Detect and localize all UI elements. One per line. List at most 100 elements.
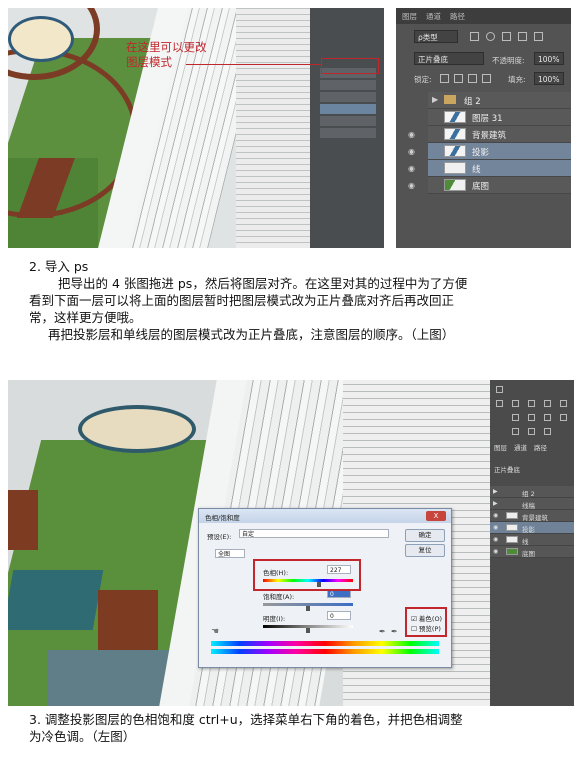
eye-icon[interactable]: ◉ <box>493 536 498 543</box>
tool-icon[interactable] <box>528 428 535 435</box>
adjustment-filter-icon[interactable] <box>486 32 495 41</box>
layer-row-line[interactable]: ◉ 线 <box>408 160 571 177</box>
layer-name: 组 2 <box>464 97 481 107</box>
tab-channels[interactable]: 通道 <box>426 11 441 22</box>
fill-input[interactable]: 100% <box>534 72 564 85</box>
expand-arrow-icon[interactable]: ▶ <box>493 488 498 495</box>
lock-all-icon[interactable] <box>482 74 491 83</box>
lightness-label: 明度(I): <box>263 615 286 623</box>
circular-plaza <box>78 405 196 453</box>
paragraph-line: 为冷色调。（左图） <box>29 729 136 744</box>
tool-icon[interactable] <box>544 400 551 407</box>
layer-row[interactable]: ◉ 投影 <box>490 522 574 534</box>
mini-layer-row <box>320 92 376 102</box>
opacity-input[interactable]: 100% <box>534 52 564 65</box>
layer-row[interactable]: ▶ 组 2 <box>490 486 574 498</box>
layer-row-shadow[interactable]: ◉ 投影 <box>408 143 571 160</box>
tool-icon[interactable] <box>496 400 503 407</box>
tool-icon[interactable] <box>528 400 535 407</box>
hue-saturation-dialog: 色相/饱和度 X 预设(E): 自定 确定 复位 全图 色相(H): 227 饱… <box>198 508 452 668</box>
tool-icon[interactable] <box>560 414 567 421</box>
saturation-label: 饱和度(A): <box>263 593 295 601</box>
layer-name: 投影 <box>472 148 490 158</box>
tool-icon[interactable] <box>512 414 519 421</box>
water-feature <box>8 570 104 630</box>
layer-name: 线 <box>522 538 529 546</box>
smart-object-filter-icon[interactable] <box>534 32 543 41</box>
paragraph-line: 再把投影层和单线层的图层模式改为正片叠底，注意图层的顺序。（上图） <box>48 327 455 342</box>
blend-mode-select[interactable]: 正片叠底 <box>494 464 520 474</box>
layer-name: 投影 <box>522 526 535 534</box>
panel-tabs: 图层 通道 路径 <box>396 8 571 24</box>
eye-icon[interactable]: ◉ <box>408 147 415 156</box>
layer-row[interactable]: ◉ 背景建筑 <box>490 510 574 522</box>
layer-row-background-building[interactable]: ◉ 背景建筑 <box>408 126 571 143</box>
layer-row-base[interactable]: ◉ 底图 <box>408 177 571 194</box>
layer-thumbnail <box>506 536 518 543</box>
mini-layer-row <box>320 104 376 114</box>
eye-icon[interactable]: ◉ <box>493 548 498 555</box>
filter-kind-select[interactable]: ρ类型 <box>414 30 458 43</box>
layer-thumbnail <box>506 548 518 555</box>
lock-pixels-icon[interactable] <box>440 74 449 83</box>
eye-icon[interactable]: ◉ <box>493 524 498 531</box>
eye-icon[interactable]: ◉ <box>408 130 415 139</box>
layer-thumbnail <box>444 145 466 157</box>
hand-tool-icon[interactable]: ☚ <box>211 627 219 637</box>
close-button[interactable]: X <box>426 511 446 521</box>
lightness-slider-thumb[interactable] <box>306 628 310 633</box>
top-render-image: 在这里可以更改 图层模式 <box>8 8 384 248</box>
layer-name: 背景建筑 <box>472 131 507 141</box>
layer-thumbnail <box>444 111 466 123</box>
expand-arrow-icon[interactable]: ▶ <box>493 500 498 507</box>
layer-row[interactable]: ◉ 底图 <box>490 546 574 558</box>
layer-row[interactable]: ▶ 线稿 <box>490 498 574 510</box>
section-heading: 2. 导入 ps <box>29 259 89 274</box>
annotation-line <box>186 64 321 65</box>
tool-icon[interactable] <box>544 414 551 421</box>
layer-name: 组 2 <box>522 490 535 498</box>
eyedropper-icon[interactable]: ✒ <box>379 627 386 636</box>
layer-row[interactable]: ◉ 线 <box>490 534 574 546</box>
saturation-slider-thumb[interactable] <box>306 606 310 611</box>
blend-mode-select[interactable]: 正片叠底 <box>414 52 484 65</box>
layer-name: 底图 <box>472 182 490 192</box>
tool-icon[interactable] <box>544 428 551 435</box>
spectrum-bar-bottom <box>211 649 439 654</box>
mini-layer-row <box>320 128 376 138</box>
layer-row-group2[interactable]: ▶ 组 2 <box>428 92 571 109</box>
tab-channels[interactable]: 通道 <box>514 442 527 452</box>
ok-button[interactable]: 确定 <box>405 529 445 542</box>
expand-arrow-icon[interactable]: ▶ <box>432 95 438 104</box>
paragraph-line: 把导出的 4 张图拖进 ps，然后将图层对齐。在这里对其的过程中为了方便 <box>58 276 468 291</box>
lock-brush-icon[interactable] <box>454 74 463 83</box>
type-filter-icon[interactable] <box>502 32 511 41</box>
folder-icon <box>444 95 456 104</box>
pixel-filter-icon[interactable] <box>470 32 479 41</box>
tool-icon[interactable] <box>496 386 503 393</box>
tab-paths[interactable]: 路径 <box>534 442 547 452</box>
tool-icon[interactable] <box>512 400 519 407</box>
mini-layer-row <box>320 116 376 126</box>
reset-button[interactable]: 复位 <box>405 544 445 557</box>
annotation-box <box>321 58 379 74</box>
tab-paths[interactable]: 路径 <box>450 11 465 22</box>
eye-icon[interactable]: ◉ <box>493 512 498 519</box>
tab-layers[interactable]: 图层 <box>402 11 417 22</box>
layer-row-layer31[interactable]: 图层 31 <box>428 109 571 126</box>
eyedropper-plus-icon[interactable]: ✒ <box>391 627 398 636</box>
tool-icon[interactable] <box>528 414 535 421</box>
eye-icon[interactable]: ◉ <box>408 181 415 190</box>
tab-layers[interactable]: 图层 <box>494 442 507 452</box>
tool-icon[interactable] <box>512 428 519 435</box>
lock-label: 锁定: <box>414 75 432 84</box>
range-select[interactable]: 全图 <box>215 549 245 558</box>
lightness-input[interactable]: 0 <box>327 611 351 620</box>
paragraph-line: 看到下面一层可以将上面的图层暂时把图层模式改为正片叠底对齐后再改回正 <box>29 293 455 308</box>
shape-filter-icon[interactable] <box>518 32 527 41</box>
tool-icon[interactable] <box>560 400 567 407</box>
eye-icon[interactable]: ◉ <box>408 164 415 173</box>
lock-move-icon[interactable] <box>468 74 477 83</box>
preset-select[interactable]: 自定 <box>239 529 389 538</box>
layers-panel: 图层 通道 路径 ρ类型 正片叠底 不透明度: 100% 锁定: 填充: 100… <box>396 8 571 248</box>
